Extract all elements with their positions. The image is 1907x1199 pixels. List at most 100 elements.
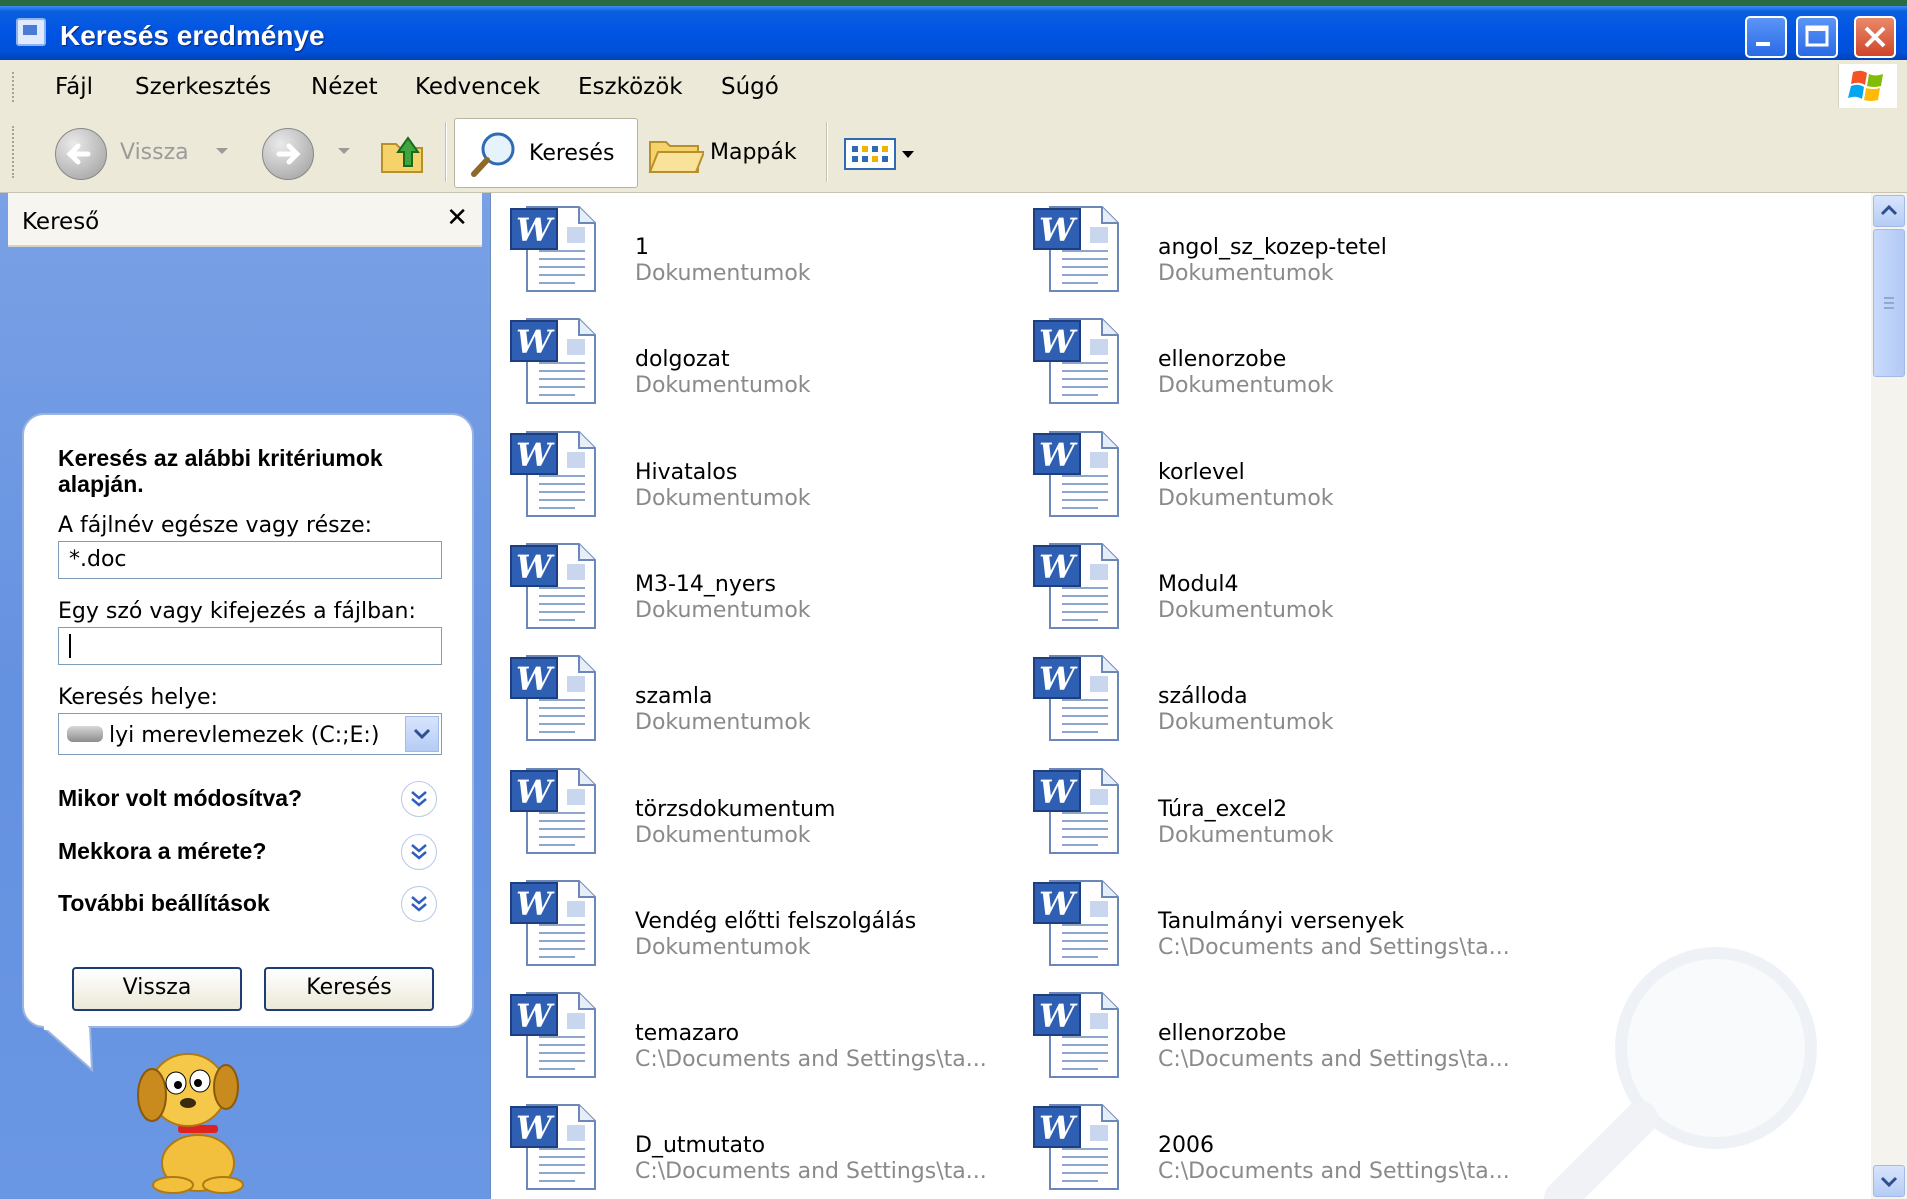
folders-label[interactable]: Mappák bbox=[710, 140, 797, 165]
toolbar-grip[interactable] bbox=[12, 126, 17, 178]
search-results-window: Keresés eredménye Fájl Szerkesztés Nézet… bbox=[0, 0, 1907, 1199]
file-item[interactable]: Wellenorzobe Dokumentumok bbox=[1014, 305, 1534, 405]
svg-text:W: W bbox=[1039, 660, 1078, 698]
file-location: Dokumentumok bbox=[1158, 486, 1334, 511]
filename-input[interactable]: *.doc bbox=[58, 541, 442, 579]
scroll-up-button[interactable] bbox=[1873, 195, 1905, 227]
file-name: szálloda bbox=[1158, 684, 1248, 709]
file-location: Dokumentumok bbox=[635, 598, 811, 623]
file-location: Dokumentumok bbox=[635, 935, 811, 960]
back-dropdown-icon[interactable] bbox=[216, 148, 228, 154]
file-item[interactable]: W D_utmutato C:\Documents and Settings\ta.… bbox=[491, 1091, 1011, 1191]
chevron-down-icon bbox=[413, 728, 431, 740]
word-document-icon: W bbox=[509, 428, 601, 518]
file-name: Vendég előtti felszolgálás bbox=[635, 909, 917, 934]
file-item[interactable]: Wellenorzobe C:\Documents and Settings\ta… bbox=[1014, 979, 1534, 1079]
file-location: Dokumentumok bbox=[1158, 598, 1334, 623]
svg-text:W: W bbox=[516, 660, 555, 698]
file-location: Dokumentumok bbox=[635, 710, 811, 735]
menu-edit[interactable]: Szerkesztés bbox=[135, 74, 271, 100]
file-item[interactable]: Wkorlevel Dokumentumok bbox=[1014, 418, 1534, 518]
maximize-button[interactable] bbox=[1796, 16, 1838, 58]
word-document-icon: W bbox=[509, 989, 601, 1079]
search-criteria-heading: Keresés az alábbi kritériumok alapján. bbox=[58, 445, 383, 497]
file-item[interactable]: W Modul4 Dokumentumok bbox=[1014, 530, 1534, 630]
file-item[interactable]: W M3-14_nyers Dokumentumok bbox=[491, 530, 1011, 630]
svg-text:W: W bbox=[1039, 885, 1078, 923]
word-document-icon: W bbox=[509, 1101, 601, 1191]
search-criteria-balloon: Keresés az alábbi kritériumok alapján. A… bbox=[22, 413, 474, 1028]
results-list[interactable]: W 1 Dokumentumok Wangol_sz_kozep-tetel Dokum… bbox=[491, 193, 1871, 1199]
svg-text:W: W bbox=[516, 436, 555, 474]
close-panel-icon[interactable]: ✕ bbox=[446, 203, 468, 233]
phrase-input[interactable] bbox=[58, 627, 442, 665]
forward-button[interactable] bbox=[262, 128, 314, 180]
forward-dropdown-icon[interactable] bbox=[338, 148, 350, 154]
title-bar[interactable]: Keresés eredménye bbox=[0, 0, 1907, 60]
text-cursor bbox=[69, 634, 71, 658]
views-button[interactable] bbox=[844, 138, 918, 170]
menu-file[interactable]: Fájl bbox=[55, 74, 93, 100]
close-window-button[interactable] bbox=[1854, 16, 1896, 58]
svg-text:W: W bbox=[516, 323, 555, 361]
file-name: D_utmutato bbox=[635, 1133, 766, 1158]
word-document-icon: W bbox=[1032, 428, 1124, 518]
svg-text:W: W bbox=[1039, 323, 1078, 361]
file-item[interactable]: W 1 Dokumentumok bbox=[491, 193, 1011, 293]
up-folder-icon[interactable] bbox=[378, 130, 428, 176]
word-document-icon: W bbox=[1032, 315, 1124, 405]
location-select[interactable]: lyi merevlemezek (C:;E:) bbox=[58, 713, 442, 755]
file-location: Dokumentumok bbox=[635, 373, 811, 398]
file-name: korlevel bbox=[1158, 460, 1245, 485]
file-item[interactable]: W Vendég előtti felszolgálás Dokumentumok bbox=[491, 867, 1011, 967]
menu-view[interactable]: Nézet bbox=[311, 74, 378, 100]
menu-tools[interactable]: Eszközök bbox=[578, 74, 683, 100]
expand-modified-icon[interactable] bbox=[401, 781, 437, 817]
file-item[interactable]: Wtemazaro C:\Documents and Settings\ta... bbox=[491, 979, 1011, 1079]
file-item[interactable]: W Tanulmányi versenyek C:\Documents and Se… bbox=[1014, 867, 1534, 967]
back-button[interactable] bbox=[55, 128, 107, 180]
file-name: Modul4 bbox=[1158, 572, 1239, 597]
file-item[interactable]: W 2006 C:\Documents and Settings\ta... bbox=[1014, 1091, 1534, 1191]
file-location: Dokumentumok bbox=[1158, 373, 1334, 398]
modified-date-option[interactable]: Mikor volt módosítva? bbox=[58, 785, 302, 812]
word-document-icon: W bbox=[509, 540, 601, 630]
svg-text:W: W bbox=[516, 997, 555, 1035]
expand-advanced-icon[interactable] bbox=[401, 886, 437, 922]
file-item[interactable]: Wdolgozat Dokumentumok bbox=[491, 305, 1011, 405]
file-location: C:\Documents and Settings\ta... bbox=[1158, 1047, 1510, 1072]
file-name: ellenorzobe bbox=[1158, 347, 1287, 372]
file-location: Dokumentumok bbox=[635, 261, 811, 286]
file-location: Dokumentumok bbox=[635, 823, 811, 848]
menu-help[interactable]: Súgó bbox=[721, 74, 779, 100]
file-item[interactable]: Wszálloda Dokumentumok bbox=[1014, 642, 1534, 742]
file-item[interactable]: Wangol_sz_kozep-tetel Dokumentumok bbox=[1014, 193, 1534, 293]
size-option[interactable]: Mekkora a mérete? bbox=[58, 838, 266, 865]
file-item[interactable]: Wtörzsdokumentum Dokumentumok bbox=[491, 755, 1011, 855]
maximize-icon bbox=[1805, 25, 1829, 47]
forward-arrow-icon bbox=[276, 143, 301, 165]
minimize-button[interactable] bbox=[1745, 16, 1787, 58]
expand-size-icon[interactable] bbox=[401, 834, 437, 870]
file-item[interactable]: W Túra_excel2 Dokumentumok bbox=[1014, 755, 1534, 855]
word-document-icon: W bbox=[1032, 652, 1124, 742]
back-search-button[interactable]: Vissza bbox=[72, 967, 242, 1011]
file-item[interactable]: Wszamla Dokumentumok bbox=[491, 642, 1011, 742]
search-toggle-button[interactable]: Keresés bbox=[454, 118, 638, 188]
scroll-down-button[interactable] bbox=[1873, 1165, 1905, 1197]
menu-grip[interactable] bbox=[12, 72, 17, 102]
file-item[interactable]: W Hivatalos Dokumentumok bbox=[491, 418, 1011, 518]
scroll-thumb[interactable] bbox=[1873, 229, 1905, 377]
word-document-icon: W bbox=[509, 765, 601, 855]
file-name: dolgozat bbox=[635, 347, 730, 372]
location-dropdown-button[interactable] bbox=[405, 716, 439, 752]
svg-text:W: W bbox=[516, 1109, 555, 1147]
svg-text:W: W bbox=[1039, 997, 1078, 1035]
vertical-scrollbar[interactable] bbox=[1871, 193, 1907, 1199]
run-search-button[interactable]: Keresés bbox=[264, 967, 434, 1011]
advanced-options[interactable]: További beállítások bbox=[58, 890, 270, 917]
location-label: Keresés helye: bbox=[58, 685, 218, 710]
folders-icon[interactable] bbox=[648, 134, 704, 174]
file-name: törzsdokumentum bbox=[635, 797, 836, 822]
menu-favorites[interactable]: Kedvencek bbox=[415, 74, 540, 100]
